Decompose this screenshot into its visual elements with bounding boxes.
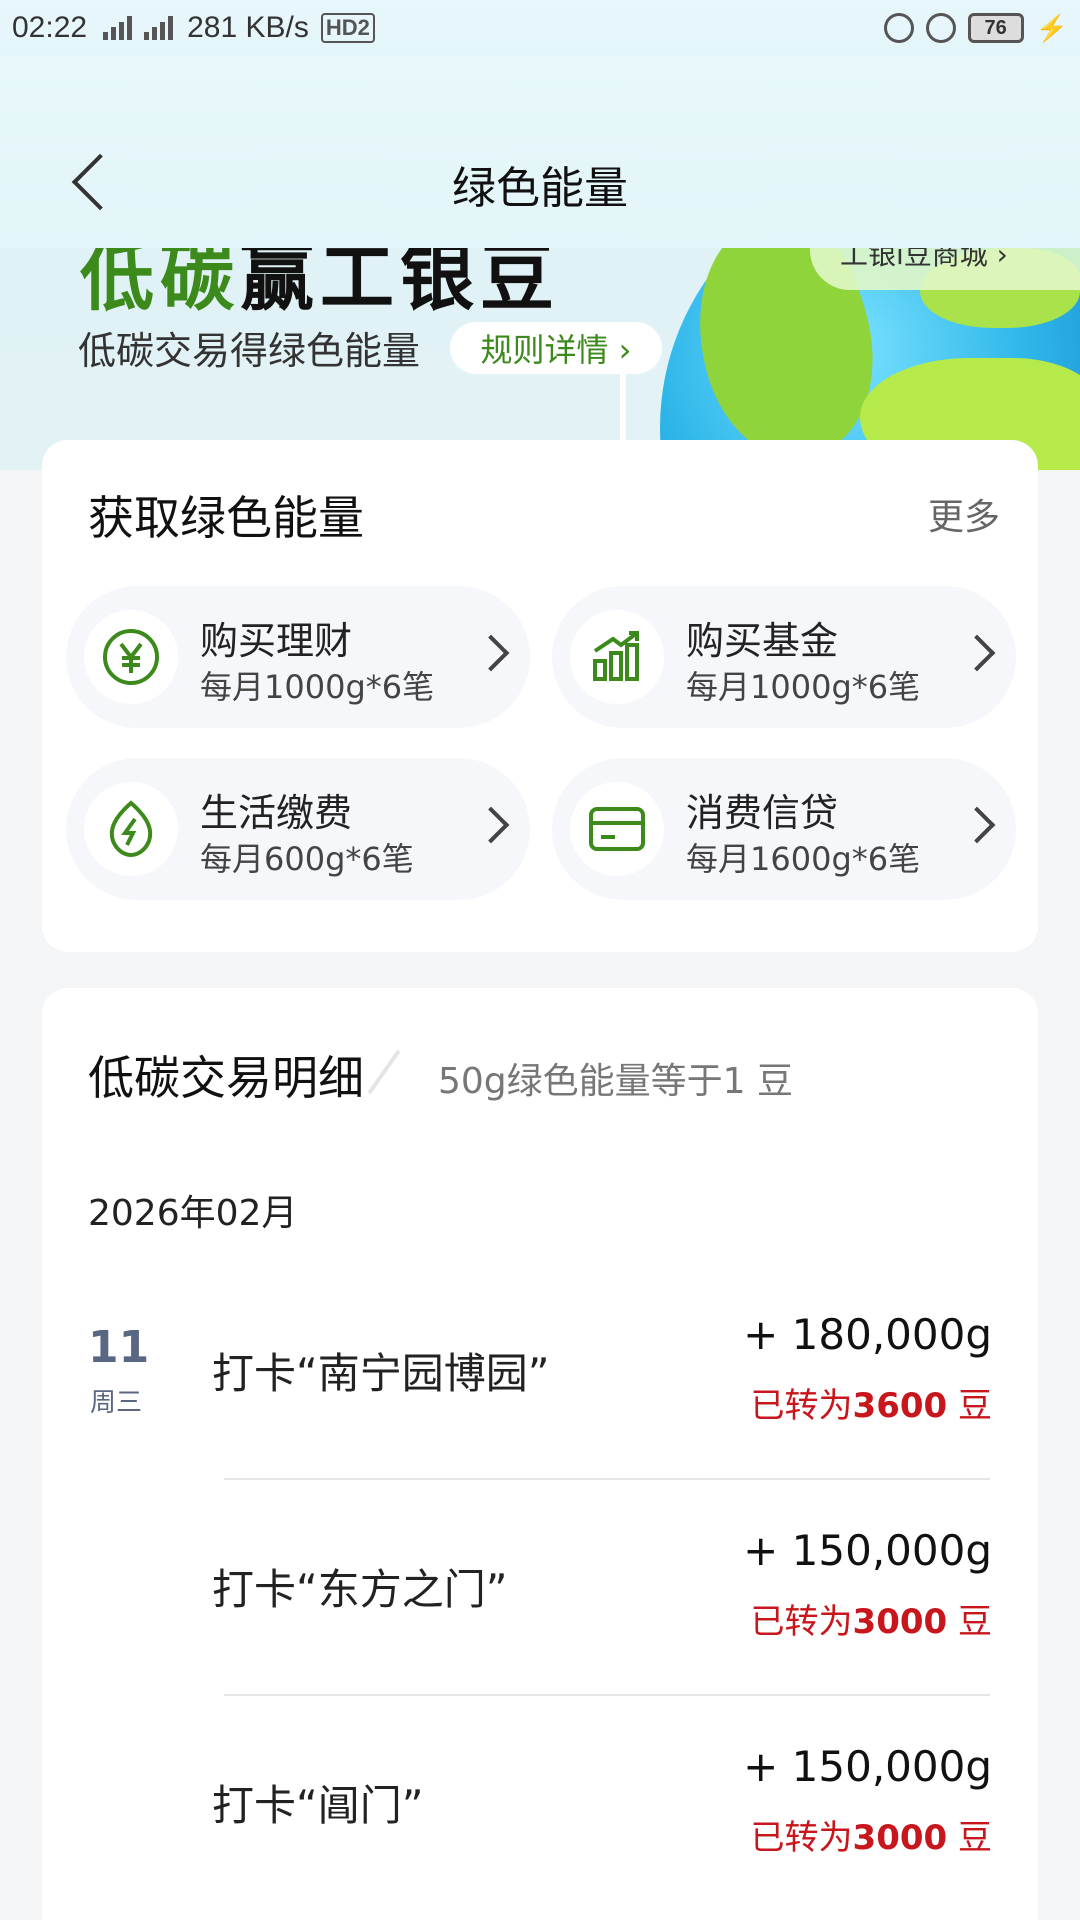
task-desc: 每月1000g*6笔 (686, 668, 921, 706)
details-title: 低碳交易明细 (88, 1051, 364, 1105)
chart-growth-icon (570, 610, 664, 704)
rule-details-button[interactable]: 规则详情 › (450, 322, 662, 374)
converted-beans: 已转为3000 豆 (751, 1594, 992, 1643)
status-time: 02:22 (12, 11, 88, 44)
network-speed: 281 KB/s (187, 11, 309, 44)
task-desc: 每月600g*6笔 (200, 840, 414, 878)
chevron-right-icon (472, 806, 510, 844)
converted-prefix: 已转为 (750, 1602, 853, 1642)
transaction-amount: + 150,000g (743, 1526, 992, 1575)
converted-beans: 已转为3000 豆 (751, 1810, 992, 1859)
transaction-row[interactable]: 打卡“南宁园博园” + 180,000g 已转为3600 豆 (42, 1288, 1038, 1504)
hero-title-green: 低碳 (80, 248, 240, 321)
more-link[interactable]: 更多 (928, 488, 1000, 540)
transaction-title: 打卡“东方之门” (212, 1565, 508, 1614)
rotation-lock-icon (925, 13, 956, 43)
task-buy-fund[interactable]: 购买基金 每月1000g*6笔 (552, 586, 1016, 728)
get-energy-card: 获取绿色能量 更多 购买理财 每月1000g*6笔 购买基金 每月1000g*6… (42, 440, 1038, 952)
energy-leaf-icon (84, 782, 178, 876)
battery-icon: 76 (967, 13, 1024, 43)
task-consumer-credit[interactable]: 消费信贷 每月1600g*6笔 (552, 758, 1016, 900)
mute-bell-icon (883, 13, 914, 43)
get-energy-title: 获取绿色能量 (88, 491, 364, 545)
bean-count: 3600 (852, 1386, 948, 1426)
bean-mall-link[interactable]: 工银i豆商城 › (810, 248, 1080, 290)
hd-icon: HD2 (320, 13, 375, 43)
bean-count: 3000 (852, 1602, 948, 1642)
credit-card-icon (570, 782, 664, 876)
row-divider (224, 1478, 990, 1480)
signal-icon (144, 16, 174, 40)
task-name: 购买基金 (686, 619, 839, 663)
transaction-title: 打卡“南宁园博园” (212, 1349, 550, 1398)
month-header: 2026年02月 (88, 1193, 298, 1234)
hero-content: 低碳赢工银豆 工银i豆商城 › 低碳交易得绿色能量 规则详情 › (0, 248, 1080, 470)
hero-title-black: 赢工银豆 (240, 248, 560, 321)
chevron-right-icon (958, 806, 996, 844)
task-utility-payment[interactable]: 生活缴费 每月600g*6笔 (66, 758, 530, 900)
task-name: 生活缴费 (200, 791, 353, 835)
charging-icon: ⚡ (1035, 12, 1068, 43)
task-buy-wealth[interactable]: 购买理财 每月1000g*6笔 (66, 586, 530, 728)
task-name: 购买理财 (200, 619, 353, 663)
converted-beans: 已转为3600 豆 (751, 1378, 992, 1427)
transaction-details-card: 低碳交易明细 50g绿色能量等于1 豆 2026年02月 11 周三 打卡“南宁… (42, 988, 1038, 1920)
signal-icon (103, 16, 133, 40)
status-icons: 76 ⚡ (883, 12, 1068, 44)
conversion-note: 50g绿色能量等于1 豆 (438, 1061, 794, 1102)
yuan-icon (84, 610, 178, 704)
task-desc: 每月1600g*6笔 (686, 840, 921, 878)
hero-title: 低碳赢工银豆 (80, 248, 560, 325)
hero-subtitle: 低碳交易得绿色能量 (78, 329, 421, 373)
page-title: 绿色能量 (452, 163, 628, 214)
bean-unit: 豆 (947, 1386, 992, 1426)
nav-bar: 绿色能量 (0, 56, 1080, 248)
transaction-row[interactable]: 打卡“阊门” + 150,000g 已转为3000 豆 (42, 1720, 1038, 1920)
chevron-right-icon (958, 634, 996, 672)
converted-prefix: 已转为 (750, 1386, 853, 1426)
task-desc: 每月1000g*6笔 (200, 668, 435, 706)
title-separator (367, 1049, 401, 1095)
transaction-amount: + 180,000g (743, 1310, 992, 1359)
task-name: 消费信贷 (686, 791, 839, 835)
transaction-title: 打卡“阊门” (212, 1781, 424, 1830)
converted-prefix: 已转为 (750, 1818, 853, 1858)
row-divider (224, 1694, 990, 1696)
chevron-right-icon (472, 634, 510, 672)
status-bar: 02:22 281 KB/s HD2 76 ⚡ (0, 0, 1080, 56)
transaction-row[interactable]: 打卡“东方之门” + 150,000g 已转为3000 豆 (42, 1504, 1038, 1720)
bean-unit: 豆 (947, 1818, 992, 1858)
transaction-amount: + 150,000g (743, 1742, 992, 1791)
bean-count: 3000 (852, 1818, 948, 1858)
bean-unit: 豆 (947, 1602, 992, 1642)
